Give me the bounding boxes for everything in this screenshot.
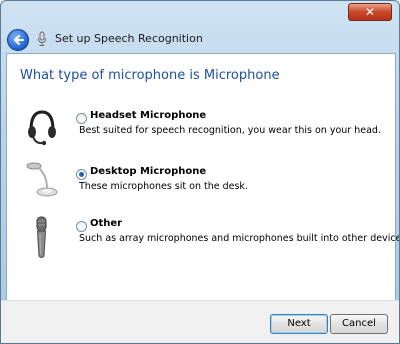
option-desktop: Desktop Microphone These microphones sit… [7, 162, 395, 216]
next-button[interactable]: Next [270, 314, 328, 334]
radio-desktop[interactable] [76, 169, 87, 180]
desktop-microphone-icon [26, 162, 58, 197]
content-panel: What type of microphone is Microphone He… [6, 53, 399, 301]
back-arrow-icon [14, 35, 24, 45]
cancel-button[interactable]: Cancel [330, 314, 388, 334]
wizard-title: Set up Speech Recognition [55, 32, 203, 45]
headset-icon [28, 110, 56, 146]
radio-other[interactable] [76, 221, 87, 232]
option-other: Other Such as array microphones and micr… [7, 216, 399, 268]
option-description: Best suited for speech recognition, you … [79, 125, 381, 136]
navigation-bar: Set up Speech Recognition [1, 23, 399, 53]
option-headset: Headset Microphone Best suited for speec… [7, 110, 395, 160]
page-heading: What type of microphone is Microphone [20, 68, 280, 83]
handheld-microphone-icon [36, 216, 47, 258]
option-description: These microphones sit on the desk. [79, 181, 248, 192]
option-label: Other [90, 218, 123, 229]
radio-headset[interactable] [76, 113, 87, 124]
button-bar: Next Cancel [1, 300, 399, 343]
option-label: Desktop Microphone [90, 166, 207, 177]
option-label: Headset Microphone [90, 110, 207, 121]
wizard-window: ✕ Set up Speech Recognition What type of… [0, 0, 400, 344]
close-button[interactable]: ✕ [348, 3, 392, 21]
back-button[interactable] [7, 29, 29, 51]
option-description: Such as array microphones and microphone… [79, 233, 400, 244]
microphone-icon [38, 31, 46, 46]
